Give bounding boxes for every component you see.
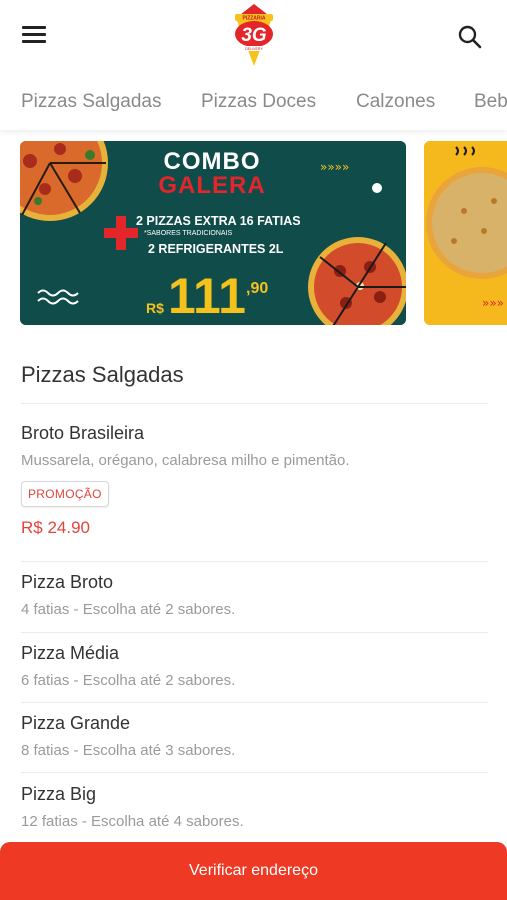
divider	[21, 403, 488, 404]
logo-text: 3G	[241, 25, 267, 46]
tab-pizzas-doces[interactable]: Pizzas Doces	[201, 91, 316, 113]
product-broto-brasileira[interactable]: Broto Brasileira Mussarela, orégano, cal…	[21, 423, 488, 538]
product-pizza-big[interactable]: Pizza Big 12 fatias - Escolha até 4 sabo…	[21, 784, 488, 830]
tab-pizzas-salgadas[interactable]: Pizzas Salgadas	[21, 91, 161, 113]
banner-title-line1: COMBO	[164, 148, 261, 175]
banner-price-cents: ,90	[246, 280, 268, 297]
section-title: Pizzas Salgadas	[21, 362, 184, 387]
product-description: 12 fatias - Escolha até 4 sabores.	[21, 813, 244, 830]
product-name: Pizza Média	[21, 643, 120, 663]
product-pizza-broto[interactable]: Pizza Broto 4 fatias - Escolha até 2 sab…	[21, 572, 488, 618]
divider	[21, 561, 488, 562]
banner-currency: R$	[146, 300, 164, 316]
promo-carousel[interactable]: »»»» COMBO GALERA 2 PIZZAS EXTRA 16 FATI…	[0, 141, 507, 325]
divider	[21, 702, 488, 703]
dot-decoration	[372, 183, 382, 193]
offer-line2: 2 REFRIGERANTES 2L	[148, 242, 284, 256]
divider	[21, 632, 488, 633]
divider	[21, 772, 488, 773]
promo-badge: PROMOÇÃO	[21, 481, 109, 507]
product-name: Pizza Big	[21, 784, 97, 804]
banner2-arrows: »»»	[482, 296, 504, 310]
product-description: 8 fatias - Escolha até 3 sabores.	[21, 742, 236, 759]
banner-price-main: 111	[168, 268, 246, 324]
product-name: Pizza Broto	[21, 572, 114, 592]
logo-top-text: PIZZARIA	[242, 16, 265, 22]
banner-title-line2: GALERA	[158, 172, 265, 199]
product-name: Broto Brasileira	[21, 423, 145, 443]
second-promo-banner[interactable]: »»»	[424, 141, 507, 325]
product-description: 4 fatias - Escolha até 2 sabores.	[21, 601, 236, 618]
product-price: R$ 24.90	[21, 518, 90, 537]
verify-address-button[interactable]: Verificar endereço	[0, 842, 507, 900]
offer-line1: 2 PIZZAS EXTRA 16 FATIAS	[136, 214, 301, 228]
tab-bebidas[interactable]: Beb	[474, 91, 507, 113]
category-tabs: Pizzas Salgadas Pizzas Doces Calzones Be…	[0, 76, 507, 130]
product-pizza-media[interactable]: Pizza Média 6 fatias - Escolha até 2 sab…	[21, 643, 488, 689]
combo-galera-banner[interactable]: »»»» COMBO GALERA 2 PIZZAS EXTRA 16 FATI…	[20, 141, 406, 325]
product-pizza-grande[interactable]: Pizza Grande 8 fatias - Escolha até 3 sa…	[21, 713, 488, 759]
tab-calzones[interactable]: Calzones	[356, 91, 435, 113]
arrows-decoration: »»»»	[320, 160, 349, 174]
top-bar: PIZZARIA 3G DELIVERY	[0, 0, 507, 76]
product-name: Pizza Grande	[21, 713, 131, 733]
hamburger-menu-icon[interactable]	[22, 26, 48, 46]
search-icon[interactable]	[457, 24, 483, 50]
product-description: 6 fatias - Escolha até 2 sabores.	[21, 672, 236, 689]
pizzeria-logo[interactable]: PIZZARIA 3G DELIVERY	[232, 4, 276, 68]
offer-note: *SABORES TRADICIONAIS	[144, 230, 233, 237]
logo-bottom-text: DELIVERY	[245, 47, 263, 51]
product-description: Mussarela, orégano, calabresa milho e pi…	[21, 452, 350, 469]
